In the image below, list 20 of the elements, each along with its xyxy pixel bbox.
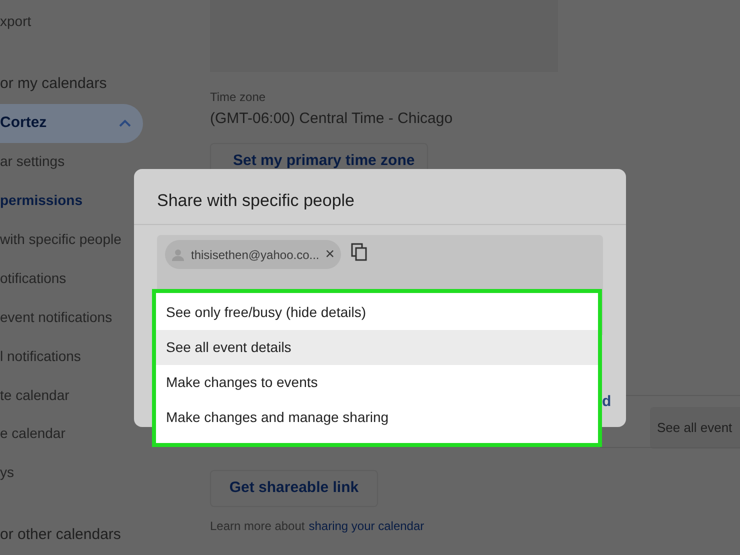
sharing-link[interactable]: sharing your calendar	[308, 516, 424, 534]
section-heading: or my calendars	[0, 74, 108, 94]
calendar-item[interactable]: Cortez	[0, 104, 143, 143]
time-zone-value: (GMT-06:00) Central Time - Chicago	[210, 109, 454, 129]
dialog-link[interactable]: d	[602, 391, 612, 414]
sidebar-item[interactable]: ys	[0, 453, 200, 492]
email-chip[interactable]: thisisethen@yahoo.co... ×	[165, 240, 341, 269]
caret-up-icon	[119, 119, 131, 128]
person-icon	[171, 248, 185, 262]
sidebar-item[interactable]: xport	[0, 2, 200, 41]
dialog-title: Share with specific people	[134, 169, 626, 225]
copy-icon[interactable]	[350, 243, 367, 261]
email-address: thisisethen@yahoo.co...	[191, 246, 320, 264]
learn-more-text: Learn more about	[210, 518, 305, 534]
remove-email-button[interactable]: ×	[325, 246, 335, 262]
permission-select[interactable]: See all event	[650, 406, 740, 448]
field-label: Time zone	[210, 89, 267, 106]
shareable-link-button[interactable]: Get shareable link	[210, 470, 378, 506]
menu-item[interactable]: See all event details	[156, 330, 598, 365]
section-heading: or other calendars	[0, 525, 122, 546]
